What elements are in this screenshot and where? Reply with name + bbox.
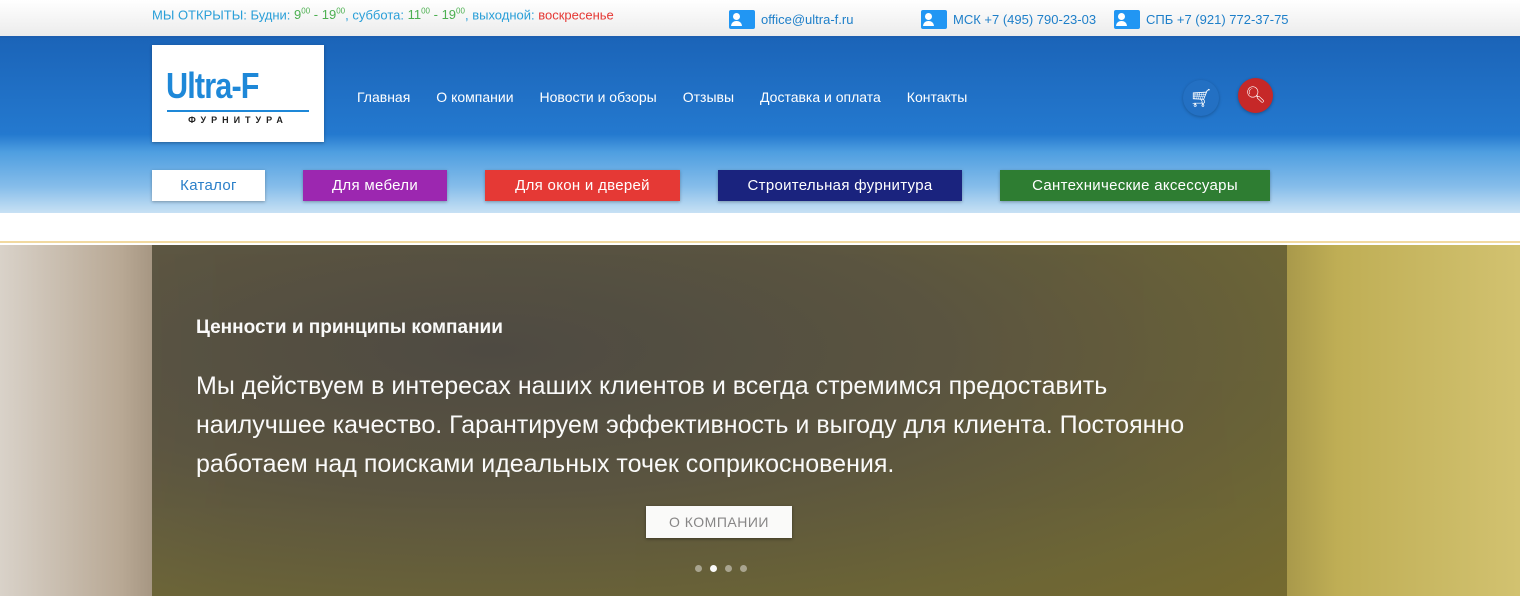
sup: 00: [336, 7, 346, 16]
phone-contact-icon: [1114, 10, 1140, 29]
cart-icon: 🛒︎: [1189, 88, 1213, 108]
dayoff-label: выходной:: [472, 7, 535, 23]
logo-title: Ultra-F: [166, 65, 259, 106]
sup: 00: [301, 7, 311, 16]
search-button[interactable]: 🔍︎: [1238, 78, 1273, 113]
weekdays-hours: 900 - 1900: [294, 7, 346, 23]
logo-divider: [167, 110, 309, 112]
nav-delivery[interactable]: Доставка и оплата: [760, 89, 881, 105]
saturday-to: 19: [441, 7, 457, 23]
category-catalog[interactable]: Каталог: [152, 170, 265, 201]
sup: 00: [456, 7, 465, 16]
category-plumbing[interactable]: Сантехнические аксессуары: [1000, 170, 1270, 201]
saturday-hours: 1100 - 1900: [407, 7, 465, 23]
divider-strip: [0, 213, 1520, 243]
logo[interactable]: Ultra-F ФУРНИТУРА: [152, 45, 324, 142]
email-text: office@ultra-f.ru: [761, 12, 854, 27]
open-label: МЫ ОТКРЫТЫ:: [152, 7, 247, 23]
category-windows-doors[interactable]: Для окон и дверей: [485, 170, 680, 201]
search-icon: 🔍︎: [1245, 87, 1266, 104]
phone-msk-text: МСК +7 (495) 790-23-03: [953, 12, 1097, 27]
hero-title: Ценности и принципы компании: [196, 317, 503, 338]
saturday-from: 11: [407, 7, 422, 23]
saturday-label: суббота:: [352, 7, 404, 23]
nav-about[interactable]: О компании: [436, 89, 513, 105]
hero-slider: Ценности и принципы компании Мы действуе…: [0, 245, 1520, 596]
slider-dots: [695, 565, 747, 572]
hero-card: Ценности и принципы компании Мы действуе…: [152, 245, 1287, 596]
category-construction[interactable]: Строительная фурнитура: [718, 170, 962, 201]
weekdays-to: 19: [321, 7, 337, 23]
nav-reviews[interactable]: Отзывы: [683, 89, 734, 105]
nav-news[interactable]: Новости и обзоры: [540, 89, 657, 105]
about-company-button[interactable]: О КОМПАНИИ: [646, 506, 792, 538]
opening-hours: МЫ ОТКРЫТЫ: Будни: 900 - 1900, суббота: …: [152, 7, 614, 23]
slide-dot-4[interactable]: [740, 565, 747, 572]
email-contact-icon: [729, 10, 755, 29]
email-link[interactable]: office@ultra-f.ru: [729, 10, 853, 29]
phone-spb-link[interactable]: СПБ +7 (921) 772-37-75: [1114, 10, 1289, 29]
phone-contact-icon: [921, 10, 947, 29]
sup: 00: [421, 7, 431, 16]
phone-msk-link[interactable]: МСК +7 (495) 790-23-03: [921, 10, 1096, 29]
slide-dot-1[interactable]: [695, 565, 702, 572]
slide-dot-2[interactable]: [710, 565, 717, 572]
hero-text: Мы действуем в интересах наших клиентов …: [196, 372, 1185, 478]
weekdays-label: Будни:: [250, 7, 291, 23]
dayoff-value: воскресенье: [538, 7, 614, 23]
cart-button[interactable]: 🛒︎: [1183, 80, 1219, 116]
phone-spb-text: СПБ +7 (921) 772-37-75: [1146, 12, 1289, 27]
top-bar: МЫ ОТКРЫТЫ: Будни: 900 - 1900, суббота: …: [0, 0, 1520, 38]
slide-dot-3[interactable]: [725, 565, 732, 572]
main-nav: Главная О компании Новости и обзоры Отзы…: [357, 89, 967, 105]
nav-home[interactable]: Главная: [357, 89, 410, 105]
nav-contacts[interactable]: Контакты: [907, 89, 967, 105]
logo-subtitle: ФУРНИТУРА: [188, 115, 288, 125]
category-furniture[interactable]: Для мебели: [303, 170, 447, 201]
